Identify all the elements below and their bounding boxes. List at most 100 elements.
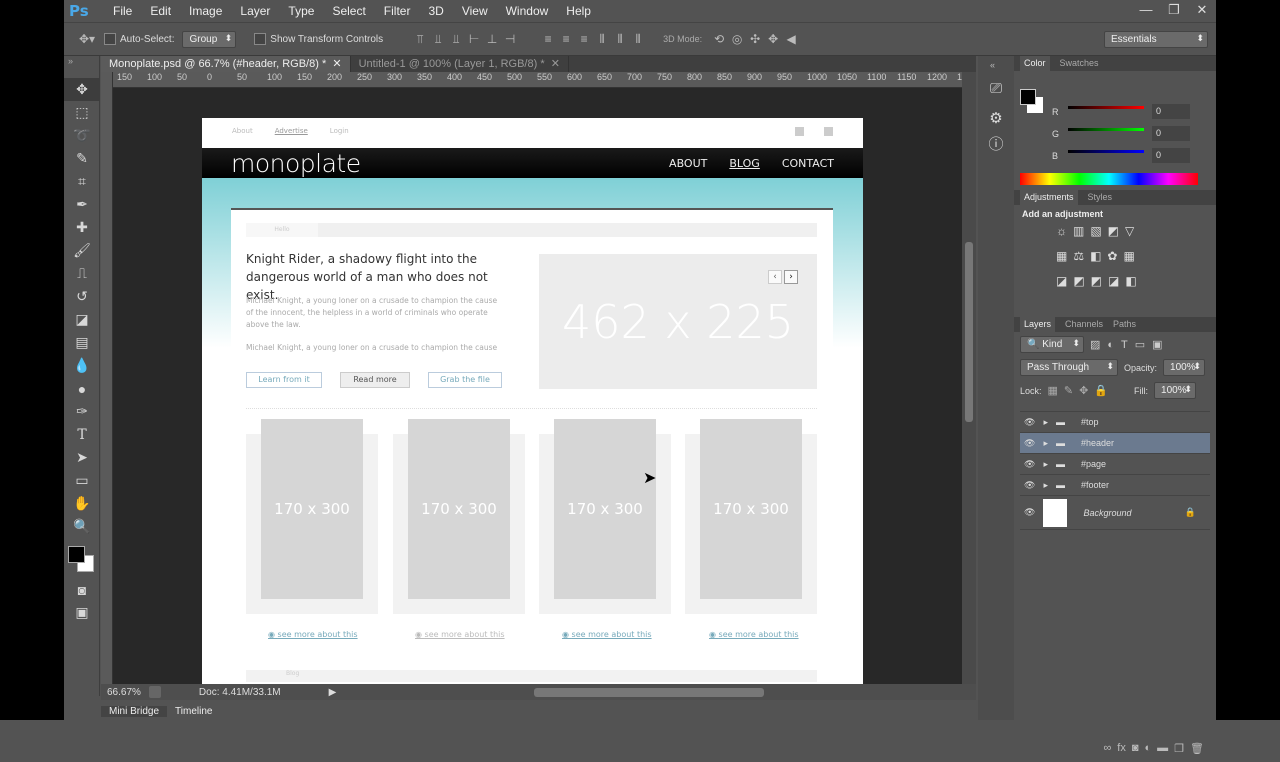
distribute-right-icon[interactable]: ⫴ <box>629 32 647 47</box>
align-hcenter-icon[interactable]: ⊥ <box>483 32 501 46</box>
info-icon[interactable]: ⓘ <box>978 133 1014 154</box>
color-r-value[interactable]: 0 <box>1152 104 1190 119</box>
distribute-left-icon[interactable]: ⫴ <box>593 32 611 47</box>
distribute-top-icon[interactable]: ≡ <box>539 32 557 46</box>
tab-channels[interactable]: Channels <box>1065 317 1103 332</box>
tab-close-icon[interactable]: ✕ <box>548 58 560 70</box>
lasso-tool[interactable]: ➰ <box>64 124 100 147</box>
screen-mode-icon[interactable]: ▣ <box>64 601 100 624</box>
distribute-hcenter-icon[interactable]: ⫴ <box>611 32 629 47</box>
menu-view[interactable]: View <box>453 4 497 18</box>
tab-untitled[interactable]: Untitled-1 @ 100% (Layer 1, RGB/8) * ✕ <box>351 56 569 72</box>
dodge-tool[interactable]: ● <box>64 377 100 400</box>
minimize-icon[interactable]: — <box>1132 0 1160 22</box>
distribute-bottom-icon[interactable]: ≡ <box>575 32 593 46</box>
tab-swatches[interactable]: Swatches <box>1060 56 1099 71</box>
color-g-slider[interactable] <box>1068 128 1144 131</box>
zoom-tool[interactable]: 🔍 <box>64 515 100 538</box>
opacity-value[interactable]: 100% <box>1163 359 1206 376</box>
3d-slide-icon[interactable]: ✥ <box>764 32 782 46</box>
history-brush-tool[interactable]: ↺ <box>64 285 100 308</box>
fx-icon[interactable]: fx <box>1117 742 1126 760</box>
eye-icon[interactable]: 👁 <box>1024 417 1035 428</box>
eye-icon[interactable]: 👁 <box>1024 480 1035 491</box>
3d-rotate-icon[interactable]: ⟲ <box>710 32 728 46</box>
tab-styles[interactable]: Styles <box>1088 190 1113 205</box>
menu-filter[interactable]: Filter <box>375 4 420 18</box>
menu-help[interactable]: Help <box>557 4 600 18</box>
color-g-value[interactable]: 0 <box>1152 126 1190 141</box>
tab-layers[interactable]: Layers <box>1020 317 1056 332</box>
new-layer-icon[interactable]: ❐ <box>1174 742 1184 760</box>
3d-pan-icon[interactable]: ✣ <box>746 32 764 46</box>
color-b-value[interactable]: 0 <box>1152 148 1190 163</box>
document-canvas[interactable]: About Advertise Login monoplate ABOUT BL… <box>202 118 863 684</box>
canvas-area[interactable]: About Advertise Login monoplate ABOUT BL… <box>113 88 963 684</box>
layer-filter-kind[interactable]: 🔍 Kind <box>1020 336 1084 353</box>
layer-filter-icons[interactable]: ▨◐T▭▣ <box>1090 338 1170 351</box>
tab-adjustments[interactable]: Adjustments <box>1020 190 1078 205</box>
menu-layer[interactable]: Layer <box>231 4 279 18</box>
tab-paths[interactable]: Paths <box>1113 317 1136 332</box>
move-tool-icon[interactable]: ✥▾ <box>78 32 96 46</box>
hscroll-thumb[interactable] <box>534 688 765 697</box>
panel-foreground-color[interactable] <box>1020 89 1036 105</box>
crop-tool[interactable]: ⌗ <box>64 170 100 193</box>
fill-value[interactable]: 100% <box>1154 382 1197 399</box>
layer-row[interactable]: 👁 ▸ ▬ #top <box>1020 412 1210 433</box>
3d-scale-icon[interactable]: ◀ <box>782 32 800 46</box>
align-top-icon[interactable]: ⫪ <box>411 32 429 47</box>
tab-close-icon[interactable]: ✕ <box>329 58 341 70</box>
strip-collapse-icon[interactable]: « <box>978 56 1014 74</box>
status-icon[interactable] <box>148 686 161 698</box>
color-b-slider[interactable] <box>1068 150 1144 153</box>
align-vcenter-icon[interactable]: ⫫ <box>429 32 447 47</box>
workspace-select[interactable]: Essentials <box>1104 30 1208 48</box>
show-transform-checkbox[interactable] <box>254 33 267 46</box>
eyedropper-tool[interactable]: ✒ <box>64 193 100 216</box>
trash-icon[interactable]: 🗑 <box>1190 742 1204 760</box>
color-r-slider[interactable] <box>1068 106 1144 109</box>
blend-mode-select[interactable]: Pass Through <box>1020 359 1118 376</box>
menu-type[interactable]: Type <box>279 4 323 18</box>
tab-timeline[interactable]: Timeline <box>167 706 220 717</box>
blur-tool[interactable]: 💧 <box>64 354 100 377</box>
link-icon[interactable]: ∞ <box>1103 742 1111 760</box>
layer-row[interactable]: 👁 ▸ ▬ #footer <box>1020 475 1210 496</box>
color-swatches[interactable] <box>64 538 99 578</box>
zoom-level[interactable]: 66.67% <box>107 687 141 698</box>
eye-icon[interactable]: 👁 <box>1024 507 1035 518</box>
mask-icon[interactable]: ◙ <box>1132 742 1139 760</box>
quick-mask-icon[interactable]: ◙ <box>64 578 100 601</box>
menu-3d[interactable]: 3D <box>419 4 452 18</box>
layer-row-background[interactable]: 👁 Background 🔒 <box>1020 496 1210 530</box>
menu-image[interactable]: Image <box>180 4 231 18</box>
eye-icon[interactable]: 👁 <box>1024 459 1035 470</box>
3d-roll-icon[interactable]: ◎ <box>728 32 746 46</box>
close-icon[interactable]: ✕ <box>1188 0 1216 22</box>
group-select[interactable]: Group <box>182 30 237 48</box>
tab-mini-bridge[interactable]: Mini Bridge <box>101 705 168 717</box>
scrollbar-thumb[interactable] <box>965 242 973 422</box>
menu-window[interactable]: Window <box>497 4 558 18</box>
layer-row-selected[interactable]: 👁 ▸ ▬ #header <box>1020 433 1210 454</box>
brush-tool[interactable]: 🖌 <box>64 239 100 262</box>
pen-tool[interactable]: ✑ <box>64 400 100 423</box>
move-tool[interactable]: ✥ <box>64 78 100 101</box>
tab-color[interactable]: Color <box>1020 56 1050 71</box>
stamp-tool[interactable]: ⎍ <box>64 262 100 285</box>
status-arrow-icon[interactable]: ▶ <box>329 687 337 698</box>
eraser-tool[interactable]: ◪ <box>64 308 100 331</box>
horizontal-scrollbar[interactable] <box>344 686 956 698</box>
shape-tool[interactable]: ▭ <box>64 469 100 492</box>
marquee-tool[interactable]: ⬚ <box>64 101 100 124</box>
type-tool[interactable]: T <box>64 423 100 446</box>
foreground-color[interactable] <box>68 546 85 563</box>
adjustment-icons[interactable]: ☼▥▧◩▽ ▦⚖◧✿▦ ◪◩◩◪◧ <box>1022 219 1208 294</box>
align-left-icon[interactable]: ⊢ <box>465 32 483 46</box>
menu-select[interactable]: Select <box>323 4 374 18</box>
tab-monoplate[interactable]: Monoplate.psd @ 66.7% (#header, RGB/8) *… <box>101 56 351 72</box>
menu-edit[interactable]: Edit <box>141 4 180 18</box>
align-bottom-icon[interactable]: ⫫ <box>447 32 465 47</box>
adjustment-layer-icon[interactable]: ◐ <box>1145 742 1152 760</box>
